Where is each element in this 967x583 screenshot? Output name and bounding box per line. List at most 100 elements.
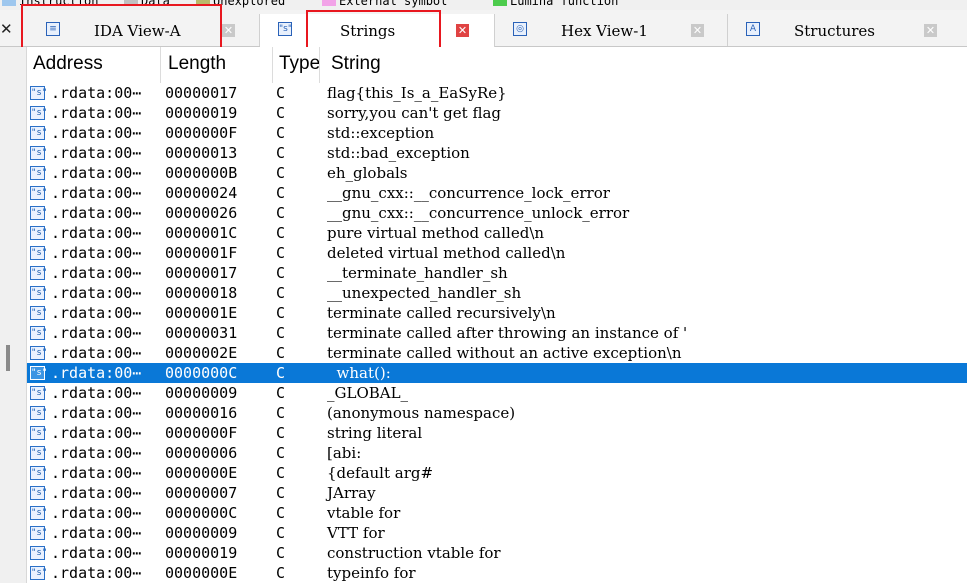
string-icon: "s": [30, 186, 48, 200]
type-cell: C: [276, 324, 286, 342]
strings-table-header: Address Length Type String: [27, 47, 967, 83]
string-cell: string literal: [327, 424, 423, 442]
length-cell: 00000016: [165, 404, 238, 422]
type-cell: C: [276, 364, 286, 382]
table-row[interactable]: "s" .rdata:00⋯ 00000026 C __gnu_cxx::__concu…: [27, 203, 967, 223]
address-cell: .rdata:00⋯: [51, 464, 142, 482]
type-cell: C: [276, 504, 286, 522]
string-cell: (anonymous namespace): [327, 404, 516, 422]
table-row[interactable]: "s" .rdata:00⋯ 0000002E Cterminate called w…: [27, 343, 967, 363]
string-icon: "s": [30, 286, 48, 300]
address-cell: .rdata:00⋯: [51, 284, 142, 302]
strings-icon: "s": [278, 22, 292, 36]
table-row[interactable]: "s" .rdata:00⋯ 00000013 Cstd::bad_exception: [27, 143, 967, 163]
table-row[interactable]: "s" .rdata:00⋯ 00000024 C __gnu_cxx::__concu…: [27, 183, 967, 203]
table-row[interactable]: "s" .rdata:00⋯ 00000018 C __unexpected_handl…: [27, 283, 967, 303]
string-cell: JArray: [327, 484, 376, 502]
address-cell: .rdata:00⋯: [51, 144, 142, 162]
address-cell: .rdata:00⋯: [51, 264, 142, 282]
table-row[interactable]: "s" .rdata:00⋯ 0000000C Cvtable for: [27, 503, 967, 523]
type-cell: C: [276, 564, 286, 582]
address-cell: .rdata:00⋯: [51, 224, 142, 242]
table-row[interactable]: "s" .rdata:00⋯ 00000031 Cterminate called a…: [27, 323, 967, 343]
column-divider[interactable]: [272, 47, 273, 83]
legend-swatch: [124, 0, 138, 6]
type-cell: C: [276, 264, 286, 282]
address-cell: .rdata:00⋯: [51, 104, 142, 122]
table-row[interactable]: "s" .rdata:00⋯ 0000000F Cstd::exception: [27, 123, 967, 143]
type-cell: C: [276, 184, 286, 202]
string-icon: "s": [30, 266, 48, 280]
string-cell: terminate called without an active excep…: [327, 344, 682, 362]
close-all-icon[interactable]: ✕: [0, 20, 14, 40]
table-row[interactable]: "s" .rdata:00⋯ 00000017 C __terminate_handle…: [27, 263, 967, 283]
scrollbar-thumb[interactable]: [6, 345, 10, 371]
legend-label: Unexplored: [213, 0, 286, 8]
address-cell: .rdata:00⋯: [51, 404, 142, 422]
string-icon: "s": [30, 546, 48, 560]
table-row[interactable]: "s" .rdata:00⋯ 0000000E Ctypeinfo for: [27, 563, 967, 583]
string-cell: typeinfo for: [327, 564, 416, 582]
string-cell: what():: [327, 364, 391, 382]
string-icon: "s": [30, 346, 48, 360]
string-cell: sorry,you can't get flag: [327, 104, 502, 122]
close-icon[interactable]: ✕: [222, 24, 235, 37]
address-cell: .rdata:00⋯: [51, 244, 142, 262]
address-cell: .rdata:00⋯: [51, 184, 142, 202]
type-cell: C: [276, 444, 286, 462]
length-cell: 0000001E: [165, 304, 238, 322]
table-row[interactable]: "s" .rdata:00⋯ 00000009 C VTT for: [27, 523, 967, 543]
column-header-type[interactable]: Type: [279, 53, 320, 75]
legend-swatch: [493, 0, 507, 6]
string-icon: "s": [30, 366, 48, 380]
length-cell: 00000017: [165, 264, 238, 282]
legend-label: External symbol: [339, 0, 448, 8]
length-cell: 0000002E: [165, 344, 238, 362]
table-row[interactable]: "s" .rdata:00⋯ 00000017 Cflag{this_Is_a_EaS…: [27, 83, 967, 103]
column-header-string[interactable]: String: [331, 53, 381, 75]
legend-swatch: [196, 0, 210, 6]
string-icon: "s": [30, 486, 48, 500]
table-row[interactable]: "s" .rdata:00⋯ 00000019 Cconstruction vtabl…: [27, 543, 967, 563]
string-cell: __gnu_cxx::__concurrence_lock_error: [327, 184, 610, 202]
table-row[interactable]: "s" .rdata:00⋯ 00000006 C [abi:: [27, 443, 967, 463]
length-cell: 00000009: [165, 524, 238, 542]
tab-strings[interactable]: "s" Strings ✕: [260, 14, 495, 47]
table-row[interactable]: "s" .rdata:00⋯ 0000000B Ceh_globals: [27, 163, 967, 183]
close-icon[interactable]: ✕: [924, 24, 937, 37]
address-cell: .rdata:00⋯: [51, 204, 142, 222]
column-divider[interactable]: [319, 47, 320, 83]
string-icon: "s": [30, 106, 48, 120]
string-cell: terminate called recursively\n: [327, 304, 556, 322]
table-row[interactable]: "s" .rdata:00⋯ 00000016 C (anonymous namespa…: [27, 403, 967, 423]
table-row[interactable]: "s" .rdata:00⋯ 0000000F Cstring literal: [27, 423, 967, 443]
address-cell: .rdata:00⋯: [51, 524, 142, 542]
length-cell: 00000019: [165, 544, 238, 562]
length-cell: 00000013: [165, 144, 238, 162]
type-cell: C: [276, 464, 286, 482]
tab-hex-view-1[interactable]: ◎ Hex View-1 ✕: [495, 14, 728, 46]
table-row[interactable]: "s" .rdata:00⋯ 0000000C C what():: [27, 363, 967, 383]
string-cell: std::exception: [327, 124, 435, 142]
table-row[interactable]: "s" .rdata:00⋯ 00000019 Csorry,you can't ge…: [27, 103, 967, 123]
string-icon: "s": [30, 466, 48, 480]
length-cell: 00000009: [165, 384, 238, 402]
table-row[interactable]: "s" .rdata:00⋯ 0000001E Cterminate called r…: [27, 303, 967, 323]
tab-ida-view-a[interactable]: ≡ IDA View-A ✕: [26, 14, 260, 46]
length-cell: 00000007: [165, 484, 238, 502]
column-header-address[interactable]: Address: [33, 53, 103, 75]
length-cell: 0000001C: [165, 224, 238, 242]
table-row[interactable]: "s" .rdata:00⋯ 0000001C Cpure virtual metho…: [27, 223, 967, 243]
column-header-length[interactable]: Length: [168, 53, 226, 75]
column-divider[interactable]: [160, 47, 161, 83]
table-row[interactable]: "s" .rdata:00⋯ 00000007 C JArray: [27, 483, 967, 503]
length-cell: 00000019: [165, 104, 238, 122]
tab-structures[interactable]: A Structures ✕: [728, 14, 967, 46]
close-icon[interactable]: ✕: [691, 24, 704, 37]
table-row[interactable]: "s" .rdata:00⋯ 0000000E C {default arg#: [27, 463, 967, 483]
table-row[interactable]: "s" .rdata:00⋯ 0000001F Cdeleted virtual me…: [27, 243, 967, 263]
table-row[interactable]: "s" .rdata:00⋯ 00000009 C _GLOBAL_: [27, 383, 967, 403]
string-cell: __unexpected_handler_sh: [327, 284, 522, 302]
close-icon[interactable]: ✕: [456, 24, 469, 37]
address-cell: .rdata:00⋯: [51, 364, 142, 382]
